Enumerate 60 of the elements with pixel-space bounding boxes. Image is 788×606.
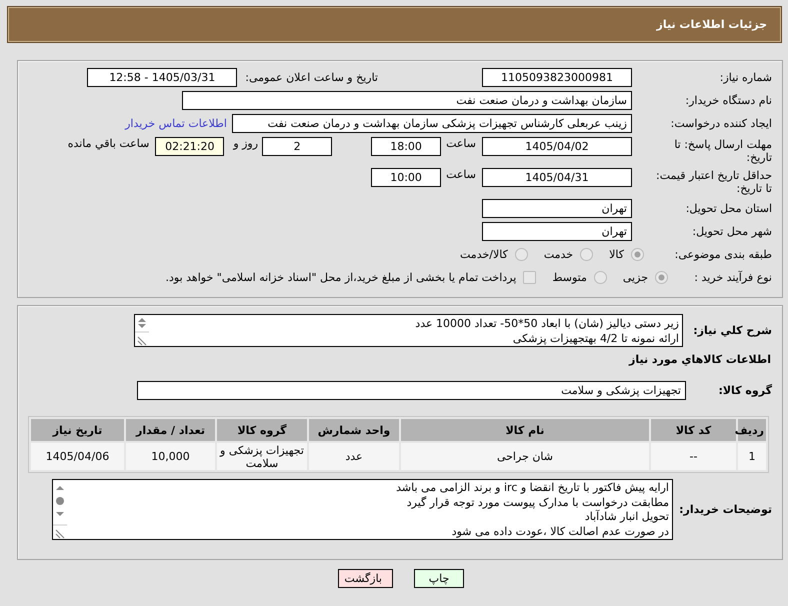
page-title: جزئیات اطلاعات نیاز	[656, 18, 767, 31]
field-label: مهلت ارسال پاسخ: تا تاریخ:	[673, 137, 772, 164]
column-header: گروه کالا	[217, 419, 307, 441]
city-field: تهران	[482, 222, 632, 241]
column-header: تعداد / مقدار	[126, 419, 215, 441]
requester-field: زینب عربعلی کارشناس تجهیزات پزشکی سازمان بهداشت و درمان صنعت نفت	[232, 114, 632, 133]
days-left-field: 2	[262, 137, 332, 156]
table-cell: 1405/04/06	[31, 443, 124, 470]
column-header: ردیف	[738, 419, 766, 441]
checkbox-label: پرداخت تمام یا بخشی از مبلغ خرید،از محل "اسناد خزانه اسلامی" خواهد بود.	[166, 271, 516, 284]
table-cell: --	[651, 443, 736, 470]
radio-label: جزیی	[622, 271, 648, 284]
province-field: تهران	[482, 199, 632, 218]
field-label: استان محل تحویل:	[684, 202, 772, 216]
validity-time-field: 10:00	[371, 168, 442, 187]
field-label: حداقل تاریخ اعتبار قیمت: تا تاریخ:	[655, 168, 772, 195]
field-label: شرح کلي نياز:	[692, 324, 772, 337]
radio-label: کالا/خدمت	[460, 248, 508, 261]
radio-label: کالا	[609, 248, 624, 261]
buyer-notes-textarea[interactable]: ارایه پیش فاکتور با تاریخ انقضا و irc و برند الزامی می باشد مطابقت درخواست با مدارک پیوست مورد توجه قرار گیرد تحویل انبار شادآباد در صورت عدم اصالت کالا ،عودت داده می شود	[52, 479, 673, 540]
section-title: اطلاعات کالاهاي مورد نياز	[628, 352, 772, 367]
field-label: توضیحات خریدار:	[678, 503, 772, 516]
table-cell: 10,000	[126, 443, 215, 470]
field-label: ساعت	[446, 168, 476, 181]
announcement-date-field: 1405/03/31 - 12:58	[87, 68, 238, 87]
field-label: نوع فرآیند خرید :	[693, 270, 772, 284]
column-header: تاریخ نیاز	[31, 419, 124, 441]
table-cell: تجهیزات پزشکی و سلامت	[217, 443, 307, 470]
validity-date-field: 1405/04/31	[482, 168, 632, 187]
deadline-date-field: 1405/04/02	[482, 137, 632, 156]
need-number-field: 1105093823000981	[482, 68, 632, 87]
scrollbar-icon[interactable]	[135, 315, 149, 346]
print-button[interactable]: چاپ	[414, 569, 464, 588]
description-text: زیر دستی دیالیز (شان) با ابعاد 50*50- تعداد 10000 عدد ارائه نمونه تا 4/2 بهتجهیزات پزشکی	[414, 316, 680, 346]
deadline-time-field: 18:00	[371, 137, 442, 156]
buyer-notes-text: ارایه پیش فاکتور با تاریخ انقضا و irc و برند الزامی می باشد مطابقت درخواست با مدارک پیوست مورد توجه قرار گیرد تحویل انبار شادآباد در صورت عدم اصالت کالا ،عودت داده می شود	[395, 480, 670, 539]
field-label: طبقه بندی موضوعی:	[674, 248, 772, 262]
time-left-field: 02:21:20	[155, 137, 224, 156]
table-cell: عدد	[309, 443, 399, 470]
field-label: ایجاد کننده درخواست:	[670, 116, 772, 130]
contact-link[interactable]: اطلاعات تماس خریدار	[125, 117, 227, 130]
field-label: ساعت	[446, 137, 476, 150]
field-label: روز و	[233, 137, 258, 150]
radio-label: متوسط	[552, 271, 587, 284]
back-button[interactable]: بازگشت	[338, 569, 393, 588]
field-label: ساعت باقي مانده	[68, 137, 150, 150]
table-cell: شان جراحی	[401, 443, 649, 470]
table-cell: 1	[738, 443, 766, 470]
goods-group-field: تجهیزات پزشکی و سلامت	[137, 381, 686, 400]
field-label: گروه کالا:	[717, 384, 772, 397]
column-header: کد کالا	[651, 419, 736, 441]
description-textarea[interactable]: زیر دستی دیالیز (شان) با ابعاد 50*50- تعداد 10000 عدد ارائه نمونه تا 4/2 بهتجهیزات پزشکی	[134, 314, 683, 347]
field-label: شهر محل تحویل:	[691, 224, 772, 238]
column-header: نام کالا	[401, 419, 649, 441]
field-label: شماره نیاز:	[718, 70, 772, 84]
column-header: واحد شمارش	[309, 419, 399, 441]
radio-label: خدمت	[544, 248, 574, 261]
field-label: تاریخ و ساعت اعلان عمومی:	[245, 71, 378, 84]
buyer-organization-field: سازمان بهداشت و درمان صنعت نفت	[182, 91, 632, 110]
field-label: نام دستگاه خریدار:	[684, 94, 772, 108]
